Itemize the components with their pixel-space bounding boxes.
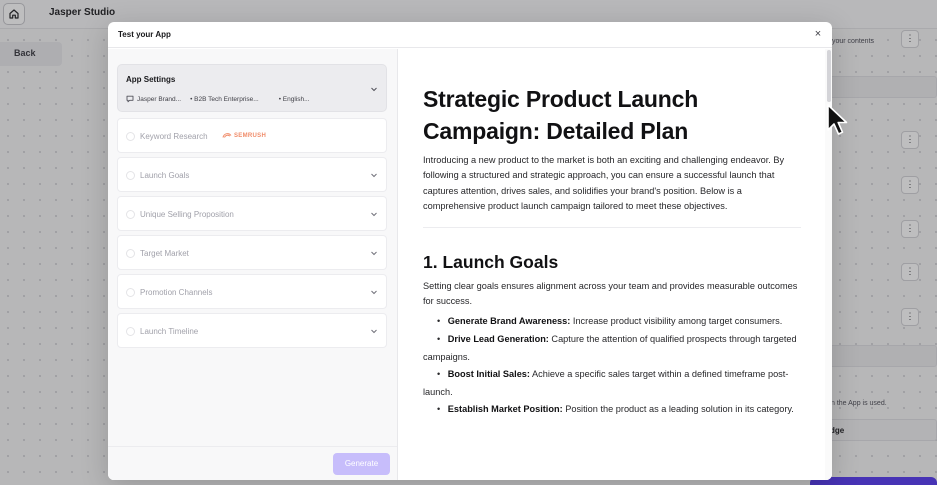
list-item-text: Increase product visibility among target… [570, 316, 783, 327]
close-icon[interactable]: × [812, 28, 824, 40]
semrush-logo: SEMRUSH [222, 132, 266, 139]
section-launch-timeline[interactable]: Launch Timeline [117, 313, 387, 348]
section-launch-goals[interactable]: Launch Goals [117, 157, 387, 192]
chevron-down-icon [371, 251, 377, 256]
section-label: Keyword Research [140, 132, 208, 141]
list-item-text: Position the product as a leading soluti… [562, 404, 794, 415]
list-item: • Drive Lead Generation: Capture the att… [423, 331, 801, 366]
list-item-title: Generate Brand Awareness: [447, 316, 571, 327]
chevron-down-icon [371, 212, 377, 217]
chevron-down-icon [371, 290, 377, 295]
status-circle-icon [126, 171, 135, 180]
inputs-pane: App Settings Jasper Brand... • B2B Tech … [108, 49, 398, 480]
section-promotion-channels[interactable]: Promotion Channels [117, 274, 387, 309]
chevron-down-icon [371, 329, 377, 334]
section-label: Unique Selling Proposition [140, 210, 234, 219]
mouse-cursor-icon [827, 104, 848, 135]
list-item: • Generate Brand Awareness: Increase pro… [423, 313, 801, 331]
bullet-icon: • [437, 316, 441, 327]
chevron-down-icon [371, 173, 377, 178]
audience-chip: • B2B Tech Enterprise... [190, 95, 259, 103]
section-keyword-research[interactable]: Keyword Research SEMRUSH [117, 118, 387, 153]
bullet-icon: • [437, 334, 441, 345]
status-circle-icon [126, 288, 135, 297]
list-item-title: Establish Market Position: [447, 404, 563, 415]
chevron-down-icon[interactable] [370, 85, 378, 93]
inputs-footer: Generate [108, 446, 397, 480]
document-title: Strategic Product Launch Campaign: Detai… [423, 86, 699, 144]
status-circle-icon [126, 249, 135, 258]
app-settings-card[interactable]: App Settings Jasper Brand... • B2B Tech … [117, 64, 387, 112]
list-item-title: Boost Initial Sales: [447, 369, 530, 380]
document-intro: Introducing a new product to the market … [423, 155, 785, 212]
list-item: • Boost Initial Sales: Achieve a specifi… [423, 366, 801, 401]
section-label: Launch Timeline [140, 327, 199, 336]
chat-icon [126, 95, 134, 103]
generate-button[interactable]: Generate [333, 453, 390, 475]
modal-title: Test your App [118, 30, 171, 39]
list-item: • Establish Market Position: Position th… [423, 401, 801, 419]
output-pane[interactable]: Strategic Product Launch Campaign: Detai… [399, 49, 832, 480]
generated-document: Strategic Product Launch Campaign: Detai… [423, 83, 801, 419]
semrush-icon [222, 133, 232, 138]
scrollbar-thumb[interactable] [827, 50, 831, 102]
status-circle-icon [126, 210, 135, 219]
section-unique-selling-proposition[interactable]: Unique Selling Proposition [117, 196, 387, 231]
semrush-label: SEMRUSH [234, 132, 267, 139]
section-intro: Setting clear goals ensures alignment ac… [423, 280, 798, 307]
list-item-title: Drive Lead Generation: [447, 334, 549, 345]
section-label: Promotion Channels [140, 288, 213, 297]
language-chip: • English... [278, 95, 310, 103]
app-settings-meta: Jasper Brand... • B2B Tech Enterprise...… [126, 95, 319, 103]
divider [423, 226, 801, 228]
bullet-icon: • [437, 369, 441, 380]
brand-voice-chip: Jasper Brand... [137, 95, 182, 103]
status-circle-icon [126, 327, 135, 336]
section-heading: 1. Launch Goals [423, 251, 559, 272]
section-label: Launch Goals [140, 171, 190, 180]
test-app-modal: Test your App × App Settings Jasper Bran… [108, 22, 832, 480]
modal-header: Test your App × [108, 22, 832, 48]
status-circle-icon [126, 132, 135, 141]
section-target-market[interactable]: Target Market [117, 235, 387, 270]
bullet-icon: • [437, 404, 441, 415]
section-label: Target Market [140, 249, 189, 258]
goals-list: • Generate Brand Awareness: Increase pro… [423, 313, 801, 419]
app-settings-title: App Settings [126, 75, 176, 84]
